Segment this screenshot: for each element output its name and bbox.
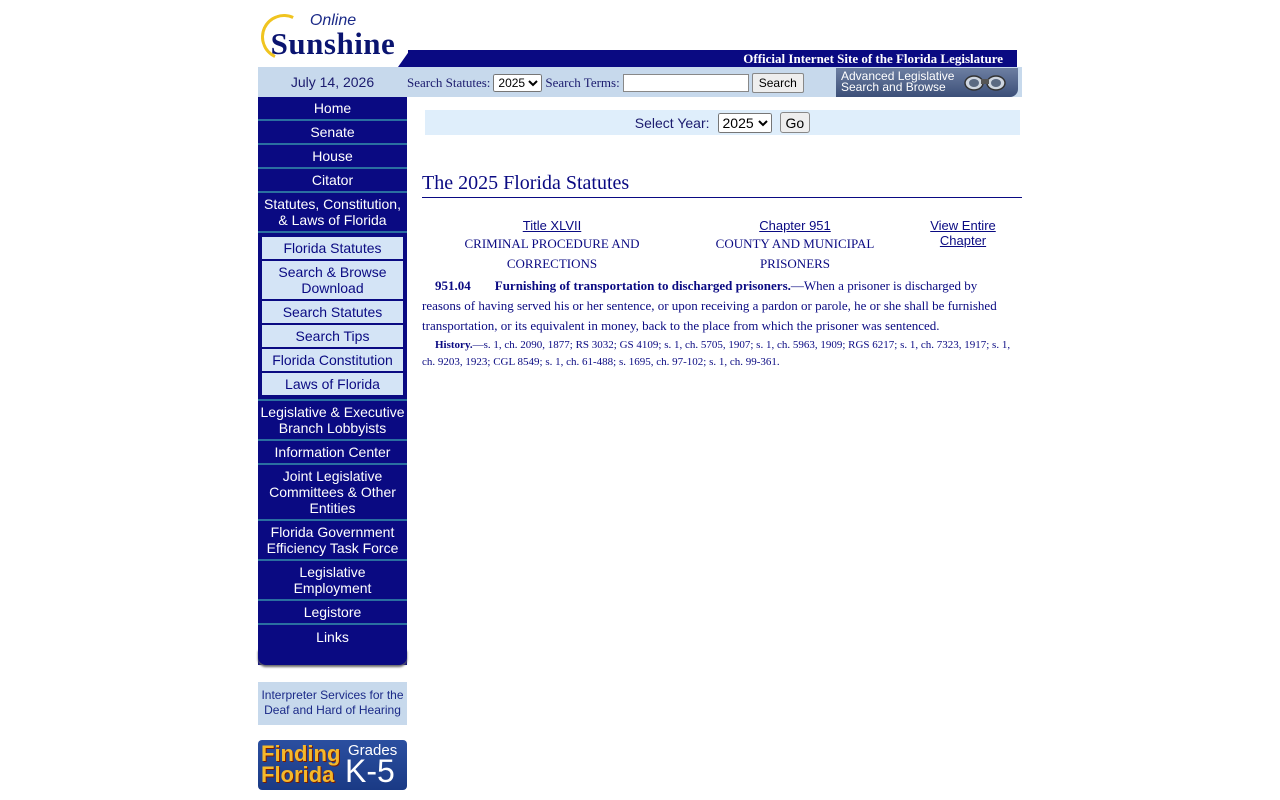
subnav-search-browse-download[interactable]: Search & Browse Download bbox=[261, 260, 404, 300]
current-date: July 14, 2026 bbox=[290, 74, 375, 90]
nav-home[interactable]: Home bbox=[258, 97, 407, 121]
chapter-link[interactable]: Chapter 951 bbox=[705, 218, 885, 233]
logo-sunshine-text: Sunshine bbox=[270, 26, 396, 61]
statutes-subnav: Florida Statutes Search & Browse Downloa… bbox=[258, 233, 407, 401]
nav-footer bbox=[258, 649, 407, 665]
nav-efficiency-task-force[interactable]: Florida Government Efficiency Task Force bbox=[258, 521, 407, 561]
section-history: History.—s. 1, ch. 2090, 1877; RS 3032; … bbox=[422, 337, 1018, 371]
search-year-select[interactable]: 2025 bbox=[493, 74, 543, 92]
page-title: The 2025 Florida Statutes bbox=[422, 172, 1022, 198]
binoculars-icon bbox=[964, 75, 1006, 91]
history-label: History. bbox=[435, 339, 473, 351]
nav-legistore[interactable]: Legistore bbox=[258, 601, 407, 625]
nav-information-center[interactable]: Information Center bbox=[258, 441, 407, 465]
interpreter-services-link[interactable]: Interpreter Services for the Deaf and Ha… bbox=[258, 682, 407, 725]
advanced-search-link[interactable]: Advanced Legislative Search and Browse bbox=[836, 68, 1018, 97]
nav-statutes-constitution-laws[interactable]: Statutes, Constitution, & Laws of Florid… bbox=[258, 193, 407, 233]
section-number: 951.04 bbox=[435, 278, 471, 293]
chapter-heading: Chapter 951 COUNTY AND MUNICIPAL PRISONE… bbox=[705, 218, 885, 274]
title-link[interactable]: Title XLVII bbox=[454, 218, 650, 233]
nav-links[interactable]: Links bbox=[258, 625, 407, 649]
go-button[interactable]: Go bbox=[779, 112, 811, 133]
select-year-label: Select Year: bbox=[634, 114, 710, 131]
nav-house[interactable]: House bbox=[258, 145, 407, 169]
nav-legislative-employment[interactable]: Legislative Employment bbox=[258, 561, 407, 601]
nav-joint-committees[interactable]: Joint Legislative Committees & Other Ent… bbox=[258, 465, 407, 521]
title-heading: Title XLVII CRIMINAL PROCEDURE AND CORRE… bbox=[454, 218, 650, 274]
statute-search-form: Search Statutes: 2025 Search Terms: Sear… bbox=[407, 72, 804, 94]
search-button[interactable]: Search bbox=[751, 73, 804, 93]
view-chapter-heading: View Entire Chapter bbox=[920, 218, 1006, 249]
kids-level: K-5 bbox=[345, 753, 395, 789]
view-entire-chapter-link[interactable]: View Entire Chapter bbox=[920, 218, 1006, 248]
nav-senate[interactable]: Senate bbox=[258, 121, 407, 145]
kids-title: Finding Florida bbox=[261, 741, 341, 787]
finding-florida-k5-banner[interactable]: Finding Florida Grades K-5 bbox=[258, 740, 407, 790]
history-text: —s. 1, ch. 2090, 1877; RS 3032; GS 4109;… bbox=[422, 339, 1011, 368]
nav-citator[interactable]: Citator bbox=[258, 169, 407, 193]
site-banner: Official Internet Site of the Florida Le… bbox=[408, 50, 1017, 67]
subnav-florida-constitution[interactable]: Florida Constitution bbox=[261, 348, 404, 372]
page: Online Sunshine Official Internet Site o… bbox=[254, 0, 1022, 800]
statute-section: 951.04 Furnishing of transportation to di… bbox=[422, 276, 1018, 336]
section-catchline: Furnishing of transportation to discharg… bbox=[494, 278, 791, 293]
search-terms-input[interactable] bbox=[622, 74, 749, 92]
subnav-search-statutes[interactable]: Search Statutes bbox=[261, 300, 404, 324]
left-navigation: Home Senate House Citator Statutes, Cons… bbox=[258, 97, 407, 665]
search-terms-label: Search Terms: bbox=[545, 75, 620, 90]
subnav-search-tips[interactable]: Search Tips bbox=[261, 324, 404, 348]
title-name: CRIMINAL PROCEDURE AND CORRECTIONS bbox=[464, 236, 640, 271]
chapter-name: COUNTY AND MUNICIPAL PRISONERS bbox=[715, 236, 875, 271]
search-statutes-label: Search Statutes: bbox=[407, 75, 491, 90]
nav-lobbyists[interactable]: Legislative & Executive Branch Lobbyists bbox=[258, 401, 407, 441]
year-select[interactable]: 2025 bbox=[717, 112, 772, 133]
year-selector-bar: Select Year: 2025 Go bbox=[425, 110, 1020, 135]
online-sunshine-logo[interactable]: Online Sunshine bbox=[254, 7, 408, 68]
subnav-laws-of-florida[interactable]: Laws of Florida bbox=[261, 372, 404, 396]
subnav-florida-statutes[interactable]: Florida Statutes bbox=[261, 236, 404, 260]
